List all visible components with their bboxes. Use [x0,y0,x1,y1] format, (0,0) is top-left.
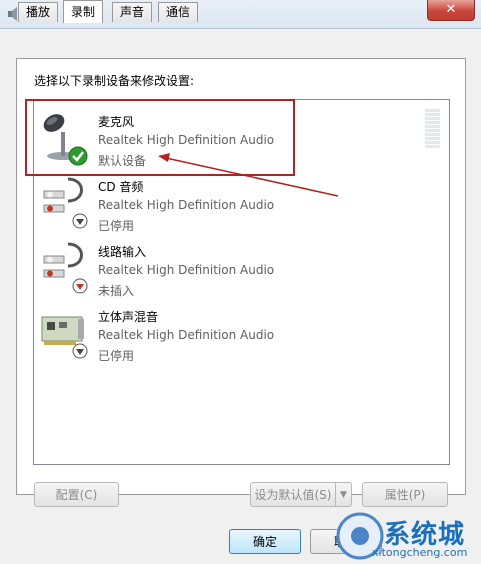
disabled-badge-icon [72,213,88,229]
close-button[interactable]: ✕ [427,0,475,21]
tab-playback[interactable]: 播放 [18,2,59,22]
instruction-text: 选择以下录制设备来修改设置: [34,74,195,88]
unplugged-badge-icon [72,278,88,294]
list-item-stereo-mix[interactable]: 立体声混音 Realtek High Definition Audio 已停用 [34,299,424,363]
device-status: 已停用 [98,349,135,363]
device-driver: Realtek High Definition Audio [98,328,275,342]
tab-recording[interactable]: 录制 [63,0,104,23]
list-item-cd-audio[interactable]: CD 音频 Realtek High Definition Audio 已停用 [34,169,424,233]
device-name: 线路输入 [98,245,147,259]
ok-button[interactable]: 确定 [229,529,301,554]
device-status: 已停用 [98,219,135,233]
device-status: 未插入 [98,284,135,298]
device-driver: Realtek High Definition Audio [98,263,275,277]
configure-button[interactable]: 配置(C) [34,482,119,507]
list-item-line-in[interactable]: 线路输入 Realtek High Definition Audio 未插入 [34,234,424,298]
tab-communications[interactable]: 通信 [158,2,199,22]
device-name: CD 音频 [98,180,144,194]
tab-sounds[interactable]: 声音 [112,2,153,22]
watermark-url: xitongcheng.com [372,546,468,559]
level-meter [425,109,440,151]
device-driver: Realtek High Definition Audio [98,198,275,212]
device-name: 立体声混音 [98,310,159,324]
disabled-badge-icon [72,343,88,359]
highlight-box [25,99,295,176]
